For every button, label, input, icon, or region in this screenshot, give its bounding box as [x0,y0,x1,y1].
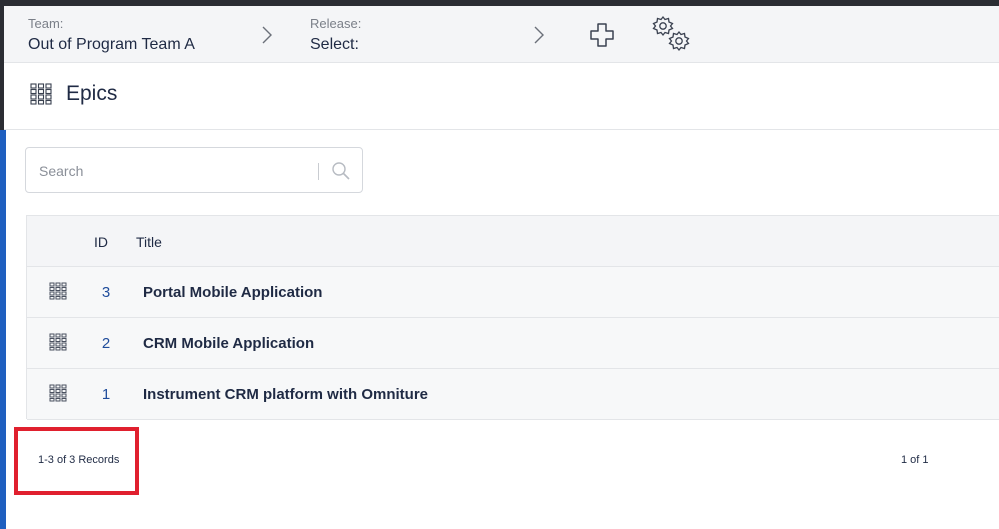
search-icon[interactable] [331,161,351,181]
grid-icon [49,384,67,402]
grid-icon [30,83,52,105]
row-id-link[interactable]: 2 [100,335,112,352]
page-header: Epics [4,63,999,130]
column-header-id[interactable]: ID [94,234,108,250]
table-header: ID Title [27,216,999,267]
search-input[interactable] [39,160,309,182]
row-title[interactable]: Portal Mobile Application [143,284,322,301]
row-id-link[interactable]: 1 [100,386,112,403]
row-title[interactable]: CRM Mobile Application [143,335,314,352]
column-header-title[interactable]: Title [136,234,162,250]
release-selector[interactable]: Release: Select: [310,16,361,56]
page-title: Epics [66,82,118,105]
grid-icon [49,333,67,351]
plus-icon[interactable] [589,22,615,48]
release-value: Select: [310,36,359,53]
gears-icon[interactable] [648,14,692,54]
context-header: Team: Out of Program Team A Release: Sel… [4,6,999,63]
table-row[interactable]: 3 Portal Mobile Application [27,267,999,318]
team-value: Out of Program Team A [28,36,195,53]
release-label: Release: [310,16,362,31]
epics-table: ID Title 3 Portal Mobile Application 2 C… [26,215,999,420]
left-blue-edge [0,130,6,529]
team-selector[interactable]: Team: Out of Program Team A [28,16,195,56]
row-title[interactable]: Instrument CRM platform with Omniture [143,386,428,403]
team-label: Team: [28,16,64,31]
chevron-right-icon [534,26,544,44]
page-indicator: 1 of 1 [901,454,929,466]
search-divider [318,163,319,180]
table-row[interactable]: 2 CRM Mobile Application [27,318,999,369]
row-id-link[interactable]: 3 [100,284,112,301]
search-box [25,147,363,193]
table-row[interactable]: 1 Instrument CRM platform with Omniture [27,369,999,420]
grid-icon [49,282,67,300]
chevron-right-icon [262,26,272,44]
highlight-box [14,427,139,495]
